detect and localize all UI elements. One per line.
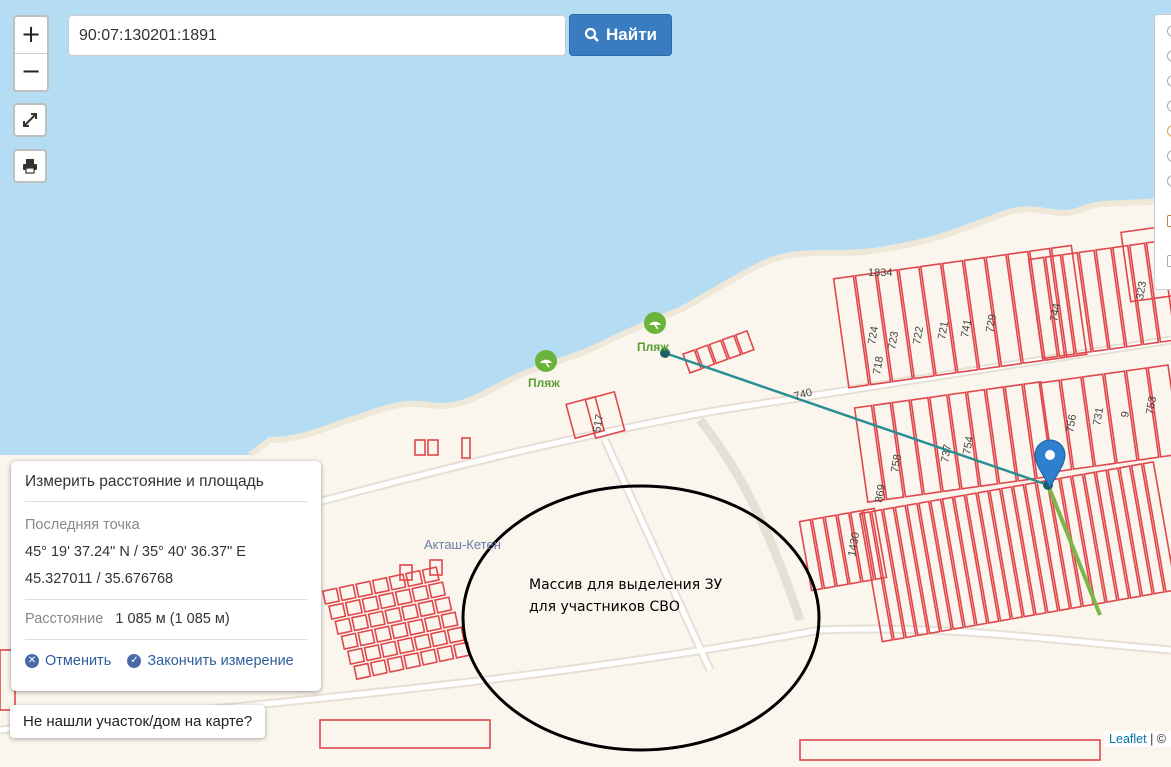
layer-checkbox[interactable] <box>1167 215 1171 227</box>
measure-panel: Измерить расстояние и площадь Последняя … <box>11 461 321 691</box>
fullscreen-button[interactable] <box>13 103 47 137</box>
annotation-text-line1: Массив для выделения ЗУ <box>529 577 723 593</box>
beach-label: Пляж <box>528 376 560 390</box>
zoom-in-button[interactable]: + <box>15 17 47 54</box>
leaflet-link[interactable]: Leaflet <box>1109 732 1147 746</box>
print-button[interactable] <box>13 149 47 183</box>
expand-icon <box>23 113 37 127</box>
coords-dms: 45° 19' 37.24" N / 35° 40' 36.37" E <box>25 544 246 560</box>
search-button-label: Найти <box>606 25 657 44</box>
beach-umbrella-icon[interactable] <box>535 350 557 372</box>
zoom-out-button[interactable]: − <box>15 54 47 90</box>
cancel-label: Отменить <box>45 652 112 669</box>
last-point-label: Последняя точка <box>25 517 140 533</box>
search-button[interactable]: Найти <box>569 14 672 56</box>
layers-control[interactable] <box>1154 14 1171 290</box>
distance-label: Расстояние <box>25 611 104 627</box>
cancel-measure-button[interactable]: ✕ Отменить <box>25 648 111 675</box>
annotation-text-line2: для участников СВО <box>529 599 680 615</box>
attribution: Leaflet | © <box>1104 731 1171 747</box>
place-label: Акташ-Кетен <box>424 537 501 552</box>
zoom-control: + − <box>13 15 49 92</box>
layer-radio[interactable] <box>1167 150 1171 162</box>
finish-measure-button[interactable]: ✓ Закончить измерение <box>127 648 294 675</box>
layer-radio[interactable] <box>1167 75 1171 87</box>
layer-radio[interactable] <box>1167 100 1171 112</box>
layer-radio[interactable] <box>1167 25 1171 37</box>
beach-umbrella-icon[interactable] <box>644 312 666 334</box>
layer-radio[interactable] <box>1167 175 1171 187</box>
distance-value: 1 085 м (1 085 м) <box>115 611 230 627</box>
check-icon: ✓ <box>127 654 142 668</box>
finish-label: Закончить измерение <box>147 652 294 669</box>
beach-label: Пляж <box>637 340 669 354</box>
printer-icon <box>23 159 37 174</box>
parcel-number-label: 1834 <box>868 267 892 279</box>
layer-checkbox[interactable] <box>1167 255 1171 267</box>
not-found-button[interactable]: Не нашли участок/дом на карте? <box>10 705 266 738</box>
layer-radio[interactable] <box>1167 125 1171 137</box>
measure-panel-title: Измерить расстояние и площадь <box>25 461 307 502</box>
cadastral-search-input[interactable] <box>68 15 566 56</box>
close-icon: ✕ <box>25 654 39 668</box>
attribution-sep: | © <box>1150 732 1166 746</box>
search-icon <box>584 27 599 42</box>
coords-decimal: 45.327011 / 35.676768 <box>25 571 174 587</box>
layer-radio[interactable] <box>1167 50 1171 62</box>
